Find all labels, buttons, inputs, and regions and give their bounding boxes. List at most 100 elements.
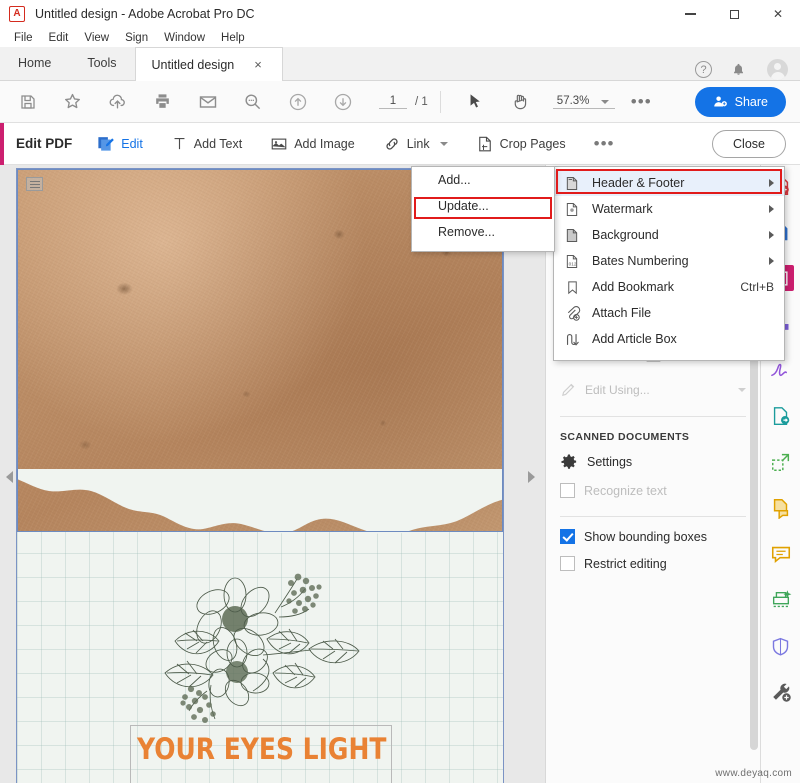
menu-help[interactable]: Help bbox=[213, 31, 253, 45]
bell-icon[interactable] bbox=[730, 61, 747, 78]
avatar[interactable] bbox=[767, 59, 788, 80]
floral-illustration[interactable] bbox=[137, 569, 367, 729]
submenu-arrow-icon bbox=[769, 231, 774, 239]
recognize-text-label: Recognize text bbox=[584, 483, 667, 498]
toolbar-more-icon[interactable]: ••• bbox=[631, 92, 652, 112]
menu-item-attach-file-label: Attach File bbox=[592, 306, 652, 320]
help-icon[interactable]: ? bbox=[695, 61, 712, 78]
menu-item-add-label: Add... bbox=[438, 173, 471, 187]
zoom-control[interactable]: 57.3% bbox=[552, 95, 615, 109]
restrict-editing-checkbox[interactable] bbox=[560, 556, 575, 571]
acrobat-logo-icon: A bbox=[9, 6, 25, 22]
menu-item-add-bookmark[interactable]: Add Bookmark Ctrl+B bbox=[554, 274, 784, 300]
recognize-text-checkbox[interactable] bbox=[560, 483, 575, 498]
minimize-button[interactable] bbox=[668, 0, 712, 28]
tab-strip: Home Tools Untitled design × ? bbox=[0, 47, 800, 81]
menu-item-bates-numbering[interactable]: 012 Bates Numbering bbox=[554, 248, 784, 274]
cursor-icon[interactable] bbox=[462, 88, 489, 115]
menu-view[interactable]: View bbox=[76, 31, 117, 45]
torn-paper-edge bbox=[17, 469, 503, 535]
show-bounding-boxes-checkbox[interactable] bbox=[560, 529, 575, 544]
menu-item-add[interactable]: Add... bbox=[412, 167, 554, 193]
selection-handle-icon[interactable] bbox=[26, 177, 43, 191]
add-text-tool-button[interactable]: Add Text bbox=[167, 131, 246, 156]
menu-item-remove[interactable]: Remove... bbox=[412, 219, 554, 245]
protect-icon[interactable] bbox=[768, 449, 794, 475]
save-icon[interactable] bbox=[14, 88, 41, 115]
bookmark-icon bbox=[562, 278, 582, 296]
crop-pages-tool-button[interactable]: Crop Pages bbox=[472, 131, 570, 157]
organize-pages-icon[interactable] bbox=[768, 495, 794, 521]
security-shield-icon[interactable] bbox=[768, 633, 794, 659]
tab-tools[interactable]: Tools bbox=[69, 46, 134, 80]
menu-item-header-footer[interactable]: Header & Footer bbox=[554, 170, 784, 196]
acrobat-window: A Untitled design - Adobe Acrobat Pro DC… bbox=[0, 0, 800, 783]
crop-pages-label: Crop Pages bbox=[499, 136, 566, 151]
tab-close-icon[interactable]: × bbox=[250, 56, 266, 73]
add-image-tool-button[interactable]: Add Image bbox=[266, 131, 358, 157]
maximize-button[interactable] bbox=[712, 0, 756, 28]
menu-item-watermark[interactable]: Watermark bbox=[554, 196, 784, 222]
menu-item-add-article-box[interactable]: Add Article Box bbox=[554, 326, 784, 352]
menu-sign[interactable]: Sign bbox=[117, 31, 156, 45]
edit-tool-button[interactable]: Edit bbox=[92, 130, 147, 157]
restrict-editing-row[interactable]: Restrict editing bbox=[560, 556, 746, 571]
chevron-down-icon[interactable] bbox=[600, 99, 609, 104]
window-title: Untitled design - Adobe Acrobat Pro DC bbox=[35, 7, 255, 21]
print-icon[interactable] bbox=[149, 88, 176, 115]
search-icon[interactable] bbox=[239, 88, 266, 115]
menu-edit[interactable]: Edit bbox=[41, 31, 77, 45]
recognize-text-row[interactable]: Recognize text bbox=[560, 483, 746, 498]
menu-item-update[interactable]: Update... bbox=[412, 193, 554, 219]
header-footer-icon bbox=[562, 174, 582, 192]
menu-item-background-label: Background bbox=[592, 228, 659, 242]
star-icon[interactable] bbox=[59, 88, 86, 115]
close-window-button[interactable]: ✕ bbox=[756, 0, 800, 28]
scan-ocr-icon[interactable] bbox=[768, 587, 794, 613]
more-tools-icon[interactable] bbox=[768, 679, 794, 705]
previous-page-icon[interactable] bbox=[284, 88, 311, 115]
link-tool-button[interactable]: Link bbox=[379, 131, 452, 157]
attach-file-icon bbox=[562, 304, 582, 322]
cloud-upload-icon[interactable] bbox=[104, 88, 131, 115]
menu-file[interactable]: File bbox=[6, 31, 41, 45]
page-number-input[interactable]: 1 bbox=[379, 95, 407, 109]
edit-using-label: Edit Using... bbox=[585, 382, 650, 397]
edit-using-chevron-down-icon[interactable] bbox=[738, 387, 746, 392]
crop-pages-icon bbox=[478, 136, 491, 151]
edit-using-control[interactable]: Edit Using... bbox=[560, 381, 746, 398]
close-edit-button[interactable]: Close bbox=[712, 129, 786, 158]
menu-item-add-bookmark-shortcut: Ctrl+B bbox=[740, 280, 774, 294]
right-panel-scrollbar[interactable] bbox=[750, 355, 758, 750]
document-canvas[interactable]: YOUR EYES LIGHT UP WHEN bbox=[0, 165, 545, 783]
hand-icon[interactable] bbox=[507, 88, 534, 115]
edit-icon bbox=[98, 137, 115, 151]
previous-page-arrow-icon[interactable] bbox=[6, 471, 13, 483]
show-bounding-boxes-row[interactable]: Show bounding boxes bbox=[560, 529, 746, 544]
comment-icon[interactable] bbox=[768, 541, 794, 567]
share-button[interactable]: Share bbox=[694, 86, 786, 117]
settings-row[interactable]: Settings bbox=[560, 453, 746, 471]
panel-divider-two bbox=[560, 416, 746, 417]
submenu-arrow-icon bbox=[769, 257, 774, 265]
next-page-arrow-icon[interactable] bbox=[528, 471, 535, 483]
menu-item-attach-file[interactable]: Attach File bbox=[554, 300, 784, 326]
show-bounding-boxes-label: Show bounding boxes bbox=[584, 529, 708, 544]
edit-more-icon[interactable]: ••• bbox=[594, 134, 615, 154]
tab-home[interactable]: Home bbox=[0, 46, 69, 80]
menu-window[interactable]: Window bbox=[156, 31, 213, 45]
next-page-icon[interactable] bbox=[329, 88, 356, 115]
email-icon[interactable] bbox=[194, 88, 221, 115]
window-controls: ✕ bbox=[668, 0, 800, 28]
edit-more-button[interactable]: ••• bbox=[590, 130, 619, 158]
menu-item-background[interactable]: Background bbox=[554, 222, 784, 248]
tab-untitled-design[interactable]: Untitled design × bbox=[134, 47, 283, 81]
send-for-signature-icon[interactable] bbox=[768, 403, 794, 429]
link-chevron-down-icon[interactable] bbox=[439, 141, 448, 146]
pdf-page[interactable]: YOUR EYES LIGHT UP WHEN bbox=[16, 168, 504, 783]
toolbar-divider bbox=[439, 90, 441, 113]
restrict-editing-label: Restrict editing bbox=[584, 556, 667, 571]
quote-text-box[interactable]: YOUR EYES LIGHT UP WHEN bbox=[130, 725, 392, 783]
add-image-icon bbox=[271, 138, 287, 149]
menu-item-watermark-label: Watermark bbox=[592, 202, 653, 216]
